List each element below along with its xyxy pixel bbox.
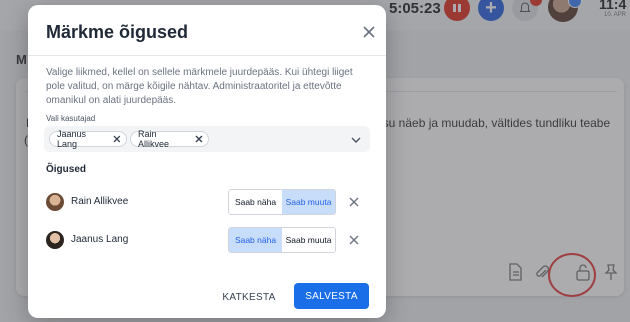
- person-name: Rain Allikvee: [71, 196, 129, 207]
- chip-label: Jaanus Lang: [57, 129, 87, 149]
- cancel-button[interactable]: KATKESTA: [219, 288, 279, 306]
- chevron-down-icon[interactable]: [350, 134, 362, 146]
- can-view-option[interactable]: Saab näha: [229, 190, 282, 214]
- close-icon[interactable]: [348, 196, 360, 208]
- chip-label: Rain Allikvee: [138, 129, 170, 149]
- note-permissions-dialog: Märkme õigused Valige liikmed, kellel on…: [28, 5, 386, 318]
- avatar: [46, 193, 64, 211]
- avatar: [46, 231, 64, 249]
- can-edit-option[interactable]: Saab muuta: [282, 190, 335, 214]
- save-button[interactable]: SALVESTA: [294, 283, 369, 309]
- permission-toggle: Saab näha Saab muuta: [228, 227, 336, 253]
- remove-chip-icon[interactable]: [112, 134, 122, 144]
- user-select[interactable]: Jaanus Lang Rain Allikvee: [44, 126, 370, 152]
- permission-row: Rain Allikvee Saab näha Saab muuta: [46, 189, 370, 217]
- dialog-description: Valige liikmed, kellel on sellele märkme…: [46, 67, 353, 106]
- can-view-option[interactable]: Saab näha: [229, 228, 282, 252]
- close-icon[interactable]: [348, 234, 360, 246]
- dialog-title: Märkme õigused: [46, 22, 189, 42]
- person-name: Jaanus Lang: [71, 234, 129, 245]
- select-users-label: Vali kasutajad: [46, 114, 96, 123]
- selected-user-chip: Jaanus Lang: [49, 129, 127, 149]
- permission-toggle: Saab näha Saab muuta: [228, 189, 336, 215]
- close-icon[interactable]: [360, 23, 378, 41]
- permissions-heading: Õigused: [46, 164, 87, 175]
- can-edit-option[interactable]: Saab muuta: [282, 228, 335, 252]
- selected-user-chip: Rain Allikvee: [130, 129, 209, 149]
- permission-row: Jaanus Lang Saab näha Saab muuta: [46, 227, 370, 255]
- remove-chip-icon[interactable]: [194, 134, 204, 144]
- dialog-divider: [28, 55, 386, 56]
